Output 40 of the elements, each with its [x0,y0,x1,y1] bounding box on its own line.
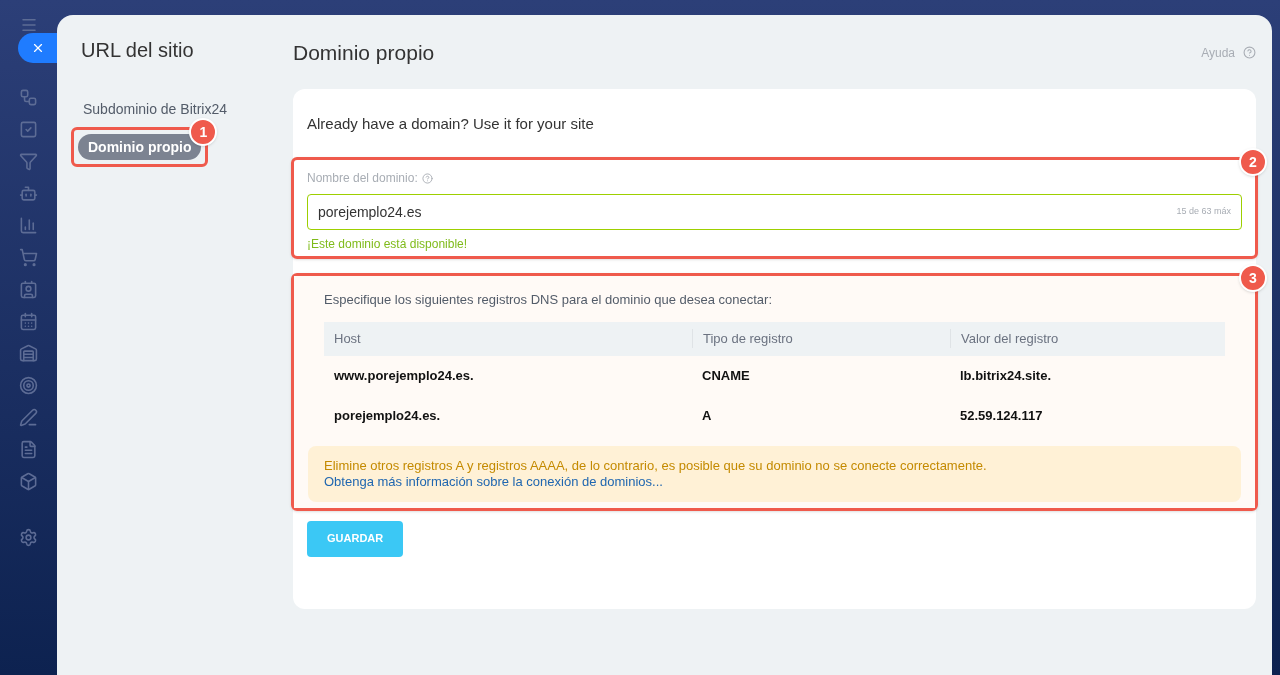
bar-chart-icon[interactable] [19,216,38,235]
availability-message: ¡Este dominio está disponible! [307,236,469,252]
dns-instructions: Especifique los siguientes registros DNS para el dominio que desea conectar: [323,291,774,309]
menu-icon[interactable] [19,16,38,34]
pen-icon[interactable] [19,408,38,427]
table-cell-text: CNAME [701,366,751,385]
character-counter: 15 de 63 máx [1176,205,1231,219]
page-title: Dominio propio [293,40,435,66]
robot-icon[interactable] [19,184,38,203]
cart-icon[interactable] [19,248,38,267]
table-cell-text: A [701,406,713,425]
help-icon[interactable] [421,172,433,184]
help-icon[interactable] [1243,46,1256,60]
filter-icon[interactable] [19,152,38,171]
column-header: Host [333,329,362,348]
nav-item[interactable]: Subdominio de Bitrix24 [83,99,227,119]
intro-text: Already have a domain? Use it for your site [307,113,595,134]
workflow-icon[interactable] [19,88,38,107]
callout-number: 3 [1239,264,1267,292]
target-icon[interactable] [19,376,38,395]
box-icon[interactable] [19,472,38,491]
learn-more-link[interactable]: Obtenga más información sobre la conexión de dominios... [324,473,663,489]
table-cell-text: www.porejemplo24.es. [333,366,475,385]
domain-input[interactable]: porejemplo24.es 15 de 63 máx [307,194,1242,230]
table-cell-text: 52.59.124.117 [959,406,1044,425]
contact-card-icon[interactable] [19,280,38,299]
column-header: Tipo de registro [692,328,950,349]
checkbox-icon[interactable] [19,120,38,139]
warehouse-icon[interactable] [19,344,38,363]
field-label: Nombre del dominio: [307,170,418,186]
nav-title: URL del sitio [80,38,195,63]
callout-number: 2 [1239,148,1267,176]
column-header: Valor del registro [950,328,1225,349]
warning-text: Elimine otros registros A y registros AAAA, de lo contrario, es posible que su dominio no se conecte correctamente. Obtenga más información sobre la conexión de dominios... [324,457,988,490]
document-icon[interactable] [19,440,38,459]
calendar-icon[interactable] [19,312,38,331]
settings-icon[interactable] [19,528,38,547]
table-cell-text: porejemplo24.es. [333,406,442,425]
table-cell-text: lb.bitrix24.site. [959,366,1053,385]
close-icon [31,41,45,55]
